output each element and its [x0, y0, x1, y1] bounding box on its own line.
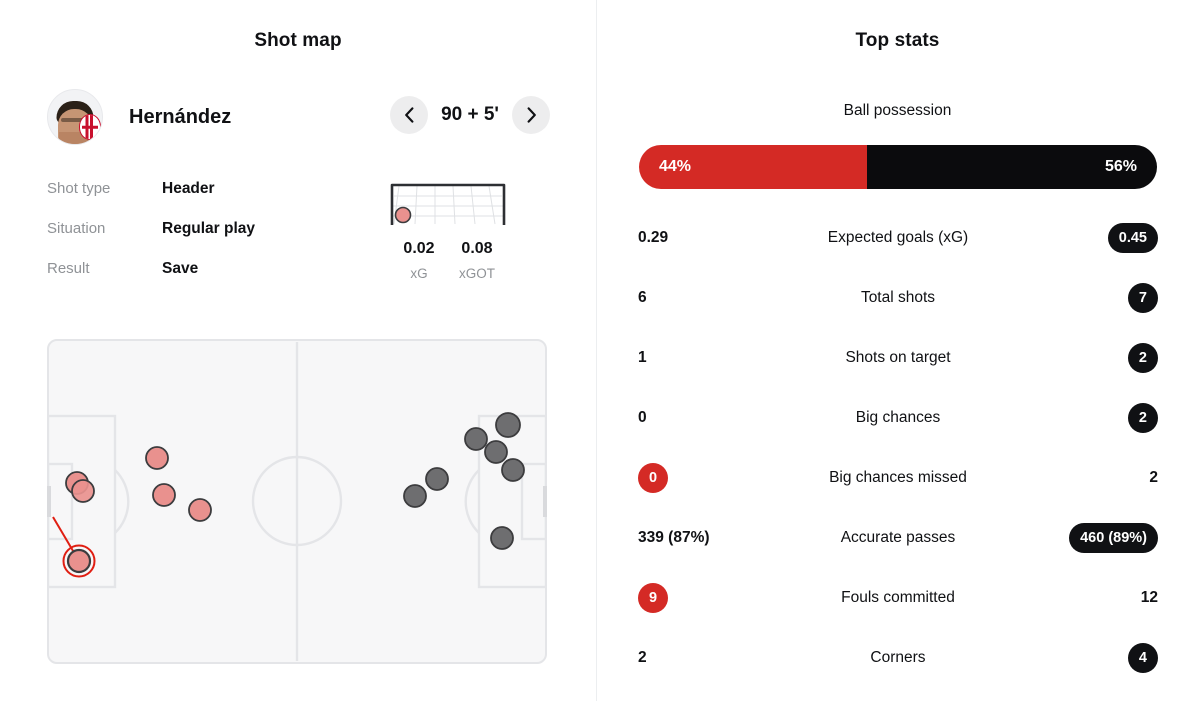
stat-row: 339 (87%) Accurate passes 460 (89%) [627, 508, 1169, 568]
pitch-svg [44, 339, 550, 664]
top-stats-title: Top stats [855, 30, 940, 51]
stat-label: Shots on target [845, 349, 951, 366]
stat-right-value: 0.45 [1107, 223, 1158, 253]
player-name: Hernández [129, 105, 232, 128]
stat-left-cell: 0 [627, 463, 787, 493]
detail-row: Result Save [47, 260, 377, 300]
stat-right-value: 2 [1127, 403, 1158, 433]
xgot-value: 0.08 [461, 240, 493, 257]
stat-left-cell: 9 [627, 583, 787, 613]
stat-left-cell: 6 [627, 289, 787, 307]
stat-left-cell: 1 [627, 349, 787, 367]
chevron-left-icon [404, 107, 413, 123]
xg-label: xG [410, 266, 428, 281]
stat-right-cell: 0.45 [1009, 223, 1169, 253]
stat-row: 6 Total shots 7 [627, 268, 1169, 328]
stat-right-value: 7 [1127, 283, 1158, 313]
result-value: Save [162, 260, 199, 277]
stat-label: Corners [870, 649, 926, 666]
goal-net-icon [390, 183, 506, 225]
stat-right-cell: 4 [1009, 643, 1169, 673]
chevron-right-icon [527, 107, 536, 123]
stat-left-value: 2 [638, 649, 647, 666]
situation-value: Regular play [162, 220, 256, 237]
possession-bar: 44% 56% [639, 145, 1157, 189]
stat-label: Fouls committed [841, 589, 955, 606]
stat-right-cell: 2 [1009, 403, 1169, 433]
stat-left-value: 9 [638, 583, 669, 613]
badge-cross [82, 125, 98, 129]
shot-details: Shot type Header Situation Regular play … [47, 180, 377, 300]
stat-right-value: 2 [1127, 343, 1158, 373]
stat-right-value: 4 [1127, 643, 1158, 673]
stat-label: Big chances [855, 409, 941, 426]
shot-type-label: Shot type [47, 180, 111, 197]
stat-right-cell: 7 [1009, 283, 1169, 313]
stat-row: 1 Shots on target 2 [627, 328, 1169, 388]
xg-metrics: 0.02 xG 0.08 xGOT [390, 240, 508, 281]
result-label: Result [47, 260, 90, 277]
stat-left-cell: 2 [627, 649, 787, 667]
possession-home-value: 44% [659, 158, 692, 175]
previous-shot-button[interactable] [390, 96, 428, 134]
shot-navigation: 90 + 5' [390, 96, 550, 134]
stat-row: 9 Fouls committed 12 [627, 568, 1169, 628]
xg-metric: 0.02 xG [390, 240, 448, 281]
stat-left-value: 6 [638, 289, 647, 306]
stat-right-value: 12 [1140, 589, 1158, 606]
stat-row: 0 Big chances missed 2 [627, 448, 1169, 508]
stat-right-value: 460 (89%) [1069, 523, 1158, 553]
stats-list: 0.29 Expected goals (xG) 0.45 6 Total shots 7… [627, 208, 1169, 688]
ac-milan-badge-icon [79, 114, 101, 140]
match-stats-page: Shot map Hernández 90 + 5' Shot type Hea… [0, 0, 1198, 701]
detail-row: Situation Regular play [47, 220, 377, 260]
xgot-label: xGOT [459, 266, 495, 281]
stat-left-cell: 339 (87%) [627, 529, 787, 547]
stat-label: Expected goals (xG) [827, 229, 969, 246]
stat-row: 0.29 Expected goals (xG) 0.45 [627, 208, 1169, 268]
detail-row: Shot type Header [47, 180, 377, 220]
stat-row: 2 Corners 4 [627, 628, 1169, 688]
stat-left-value: 0 [638, 463, 669, 493]
shot-map-title: Shot map [254, 30, 342, 51]
stat-right-cell: 2 [1009, 343, 1169, 373]
stat-right-value: 2 [1149, 469, 1158, 486]
stat-left-cell: 0 [627, 409, 787, 427]
stat-left-value: 0 [638, 409, 647, 426]
possession-label: Ball possession [843, 102, 952, 119]
possession-home-segment: 44% [639, 145, 867, 189]
possession-away-value: 56% [1104, 158, 1137, 175]
stat-left-value: 0.29 [638, 229, 669, 246]
top-stats-panel: Top stats Ball possession 44% 56% 0.29 Ex… [597, 0, 1198, 701]
pitch[interactable] [44, 339, 550, 669]
stat-row: 0 Big chances 2 [627, 388, 1169, 448]
stat-left-value: 339 (87%) [638, 529, 710, 546]
avatar [47, 89, 103, 145]
shot-map-panel: Shot map Hernández 90 + 5' Shot type Hea… [0, 0, 597, 701]
stat-right-cell: 460 (89%) [1009, 523, 1169, 553]
situation-label: Situation [47, 220, 106, 237]
xgot-metric: 0.08 xGOT [448, 240, 506, 281]
stat-label: Accurate passes [840, 529, 956, 546]
goal-diagram: 0.02 xG 0.08 xGOT [390, 182, 508, 281]
stat-right-cell: 12 [1009, 589, 1169, 607]
shot-type-value: Header [162, 180, 215, 197]
selected-shot[interactable] [62, 544, 96, 578]
stat-left-value: 1 [638, 349, 647, 366]
xg-value: 0.02 [403, 240, 435, 257]
stat-label: Big chances missed [829, 469, 967, 486]
possession-away-segment: 56% [866, 145, 1157, 189]
shot-minute: 90 + 5' [441, 104, 499, 125]
stat-right-cell: 2 [1009, 469, 1169, 487]
stat-label: Total shots [860, 289, 936, 306]
stat-left-cell: 0.29 [627, 229, 787, 247]
next-shot-button[interactable] [512, 96, 550, 134]
